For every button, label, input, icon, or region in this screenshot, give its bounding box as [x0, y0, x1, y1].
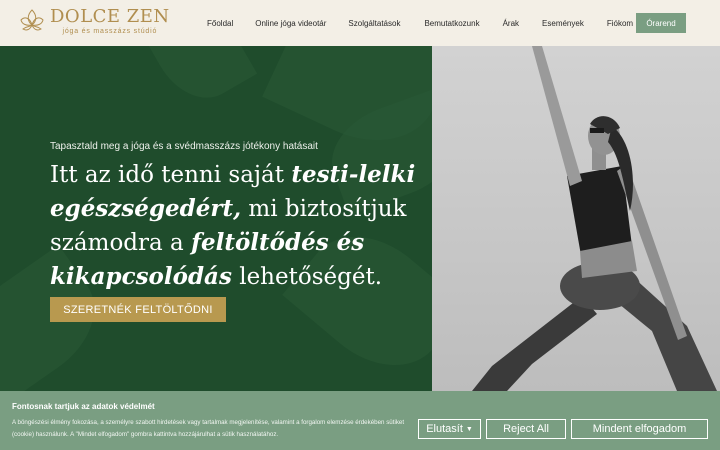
nav-item-home[interactable]: Főoldal	[207, 19, 233, 28]
hero-photo	[432, 46, 720, 391]
nav-item-about[interactable]: Bemutatkozunk	[424, 19, 479, 28]
nav-item-prices[interactable]: Árak	[503, 19, 519, 28]
yoga-pose-image	[472, 46, 717, 391]
hero-title: Itt az idő tenni saját testi-lelki egész…	[50, 158, 430, 294]
hero-title-part: Itt az idő tenni saját	[50, 162, 292, 188]
hero-text-panel: Tapasztald meg a jóga és a svédmasszázs …	[0, 46, 432, 391]
nav-item-account[interactable]: Fiókom	[607, 19, 633, 28]
site-header: DOLCE ZEN jóga és masszázs stúdió Főolda…	[0, 0, 720, 46]
hero-title-part: lehetőségét.	[231, 264, 383, 290]
cookie-consent-bar: Fontosnak tartjuk az adatok védelmét A b…	[0, 391, 720, 450]
reject-dropdown-button[interactable]: Elutasít ▼	[418, 419, 481, 439]
logo-tagline: jóga és masszázs stúdió	[62, 27, 158, 35]
cookie-title: Fontosnak tartjuk az adatok védelmét	[12, 402, 155, 411]
hero-cta-button[interactable]: SZERETNÉK FELTÖLTŐDNI	[50, 297, 226, 322]
logo-name: DOLCE ZEN	[50, 5, 170, 27]
main-nav: Főoldal Online jóga videotár Szolgáltatá…	[196, 0, 633, 46]
reject-all-button[interactable]: Reject All	[486, 419, 566, 439]
nav-item-events[interactable]: Események	[542, 19, 584, 28]
nav-item-video-library[interactable]: Online jóga videotár	[255, 19, 326, 28]
caret-down-icon: ▼	[465, 425, 473, 433]
logo[interactable]: DOLCE ZEN jóga és masszázs stúdió	[18, 7, 170, 35]
accept-all-button[interactable]: Mindent elfogadom	[571, 419, 708, 439]
cookie-description: A böngészési élmény fokozása, a személyr…	[12, 419, 405, 438]
reject-dropdown-label: Elutasít	[426, 423, 463, 435]
hero-subtitle: Tapasztald meg a jóga és a svédmasszázs …	[50, 141, 318, 152]
timetable-button[interactable]: Órarend	[636, 13, 686, 33]
leaf-decoration	[132, 46, 258, 114]
lotus-flower-icon	[20, 9, 44, 31]
nav-item-services[interactable]: Szolgáltatások	[348, 19, 400, 28]
